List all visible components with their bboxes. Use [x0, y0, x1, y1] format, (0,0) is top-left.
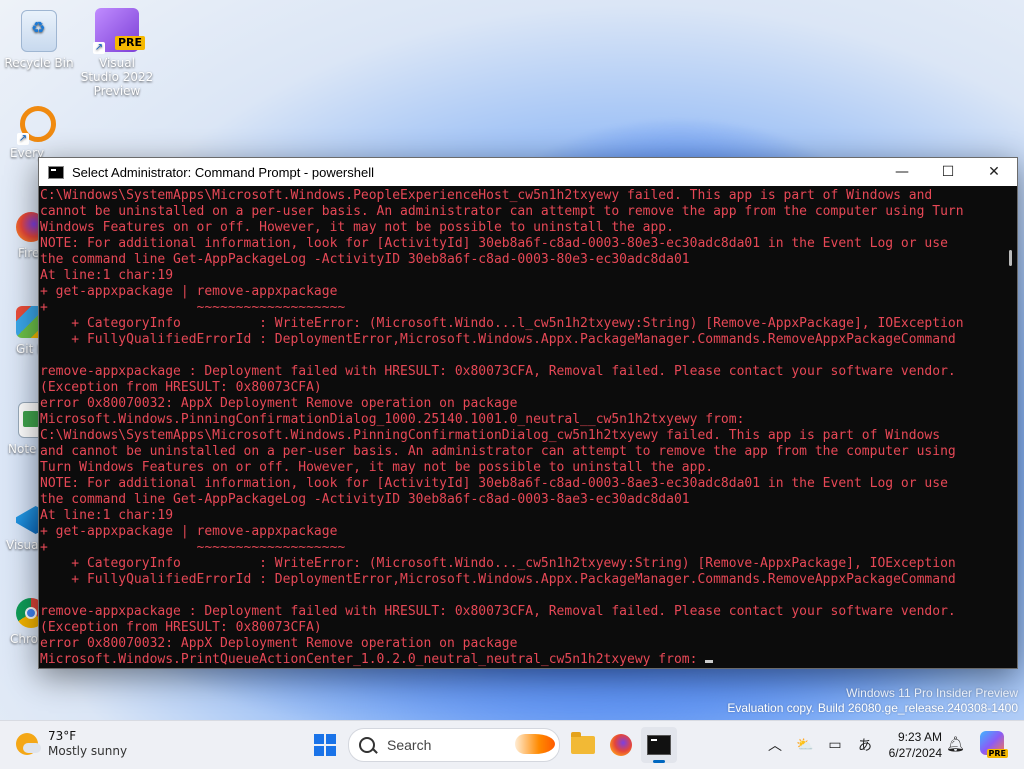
console-cursor — [705, 660, 714, 663]
console-line: (Exception from HRESULT: 0x80073CFA) — [40, 380, 322, 395]
taskbar-firefox[interactable] — [603, 727, 639, 763]
taskbar-search[interactable]: Search — [348, 728, 560, 762]
console-line: Microsoft.Windows.PinningConfirmationDia… — [40, 412, 745, 427]
notification-bell-icon[interactable]: 🔔︎ — [946, 735, 965, 753]
window-titlebar[interactable]: Select Administrator: Command Prompt - p… — [39, 158, 1017, 186]
evaluation-watermark: Windows 11 Pro Insider Preview Evaluatio… — [727, 686, 1018, 716]
close-button[interactable]: ✕ — [971, 158, 1017, 186]
scrollbar-thumb[interactable] — [1009, 250, 1012, 266]
console-line: C:\Windows\SystemApps\Microsoft.Windows.… — [40, 188, 933, 203]
partly-sunny-icon — [16, 733, 41, 755]
console-line: and cannot be uninstalled on a per-user … — [40, 444, 956, 459]
desktop-icon-label: Recycle Bin — [4, 56, 74, 70]
console-line: + ~~~~~~~~~~~~~~~~~~~ — [40, 540, 346, 555]
command-prompt-icon — [48, 165, 64, 179]
command-prompt-window[interactable]: Select Administrator: Command Prompt - p… — [38, 157, 1018, 669]
watermark-build: Evaluation copy. Build 26080.ge_release.… — [727, 701, 1018, 715]
start-button[interactable] — [307, 727, 343, 763]
preview-badge: PRE — [114, 36, 145, 50]
system-tray: ︿ ⛅ ▭ あ — [760, 731, 880, 759]
console-line: At line:1 char:19 — [40, 508, 174, 523]
console-line: C:\Windows\SystemApps\Microsoft.Windows.… — [40, 428, 941, 443]
console-line: cannot be uninstalled on a per-user basi… — [40, 204, 964, 219]
console-line: + FullyQualifiedErrorId : DeploymentErro… — [40, 332, 956, 347]
console-line: error 0x80070032: AppX Deployment Remove… — [40, 636, 518, 651]
desktop-icon-recycle-bin[interactable]: ♻ Recycle Bin — [1, 10, 77, 70]
console-line: (Exception from HRESULT: 0x80073CFA) — [40, 620, 322, 635]
console-line: At line:1 char:19 — [40, 268, 174, 283]
weather-widget[interactable]: 73°F Mostly sunny — [16, 729, 127, 759]
console-line: NOTE: For additional information, look f… — [40, 236, 948, 251]
console-line: NOTE: For additional information, look f… — [40, 476, 948, 491]
show-hidden-icons-chevron-icon[interactable]: ︿ — [760, 731, 790, 759]
console-output[interactable]: C:\Windows\SystemApps\Microsoft.Windows.… — [39, 186, 1003, 668]
clock-time: 9:23 AM — [897, 730, 942, 744]
visual-studio-icon: ↗ PRE — [93, 8, 145, 54]
active-indicator — [653, 760, 665, 763]
watermark-edition: Windows 11 Pro Insider Preview — [846, 686, 1018, 700]
desktop-icon-visual-studio[interactable]: ↗ PRE Visual Studio 2022 Preview — [79, 8, 155, 98]
weather-temp: 73°F — [48, 729, 77, 743]
shortcut-arrow-icon: ↗ — [93, 42, 105, 54]
taskbar: 73°F Mostly sunny Search ︿ ⛅ ▭ あ 9:23 AM — [0, 720, 1024, 769]
taskbar-terminal[interactable] — [641, 727, 677, 763]
display-icon[interactable]: ▭ — [820, 731, 850, 759]
console-line: remove-appxpackage : Deployment failed w… — [40, 364, 956, 379]
weather-desc: Mostly sunny — [48, 744, 128, 758]
search-highlight-icon — [515, 734, 555, 754]
search-icon — [359, 737, 375, 753]
console-scrollbar[interactable] — [1003, 186, 1017, 668]
console-line: the command line Get-AppPackageLog -Acti… — [40, 492, 690, 507]
language-ime-icon[interactable]: あ — [850, 731, 880, 759]
console-line: + get-appxpackage | remove-appxpackage — [40, 524, 338, 539]
desktop-icon-everything[interactable]: ↗ Every — [0, 106, 62, 160]
taskbar-apps: Search — [306, 727, 678, 763]
copilot-preview-badge: PRE — [986, 749, 1008, 758]
network-disconnected-icon[interactable]: ⛅ — [790, 731, 820, 759]
console-line: + CategoryInfo : WriteError: (Microsoft.… — [40, 556, 956, 571]
shortcut-arrow-icon: ↗ — [17, 133, 29, 145]
maximize-button[interactable]: ☐ — [925, 158, 971, 186]
file-explorer-icon — [571, 732, 595, 754]
terminal-icon — [647, 735, 671, 755]
console-line: Windows Features on or off. However, it … — [40, 220, 674, 235]
console-line: error 0x80070032: AppX Deployment Remove… — [40, 396, 518, 411]
everything-search-icon: ↗ — [17, 106, 56, 145]
recycle-bin-icon: ♻ — [21, 10, 57, 52]
firefox-icon — [610, 734, 632, 756]
taskbar-file-explorer[interactable] — [565, 727, 601, 763]
desktop-icon-label: Visual Studio 2022 Preview — [80, 56, 154, 98]
console-line: + FullyQualifiedErrorId : DeploymentErro… — [40, 572, 956, 587]
search-label: Search — [387, 737, 432, 753]
console-line: + CategoryInfo : WriteError: (Microsoft.… — [40, 316, 964, 331]
minimize-button[interactable]: — — [879, 158, 925, 186]
console-line: + ~~~~~~~~~~~~~~~~~~~ — [40, 300, 346, 315]
console-line: the command line Get-AppPackageLog -Acti… — [40, 252, 690, 267]
windows-logo-icon — [314, 734, 336, 756]
console-line: + get-appxpackage | remove-appxpackage — [40, 284, 338, 299]
clock-date: 6/27/2024 — [888, 746, 942, 760]
taskbar-clock[interactable]: 9:23 AM 6/27/2024 — [878, 729, 942, 761]
copilot-icon[interactable]: PRE — [980, 731, 1008, 758]
console-line: Turn Windows Features on or off. However… — [40, 460, 714, 475]
console-line: Microsoft.Windows.PrintQueueActionCenter… — [40, 652, 1003, 668]
window-title: Select Administrator: Command Prompt - p… — [72, 164, 375, 180]
console-line: remove-appxpackage : Deployment failed w… — [40, 604, 956, 619]
